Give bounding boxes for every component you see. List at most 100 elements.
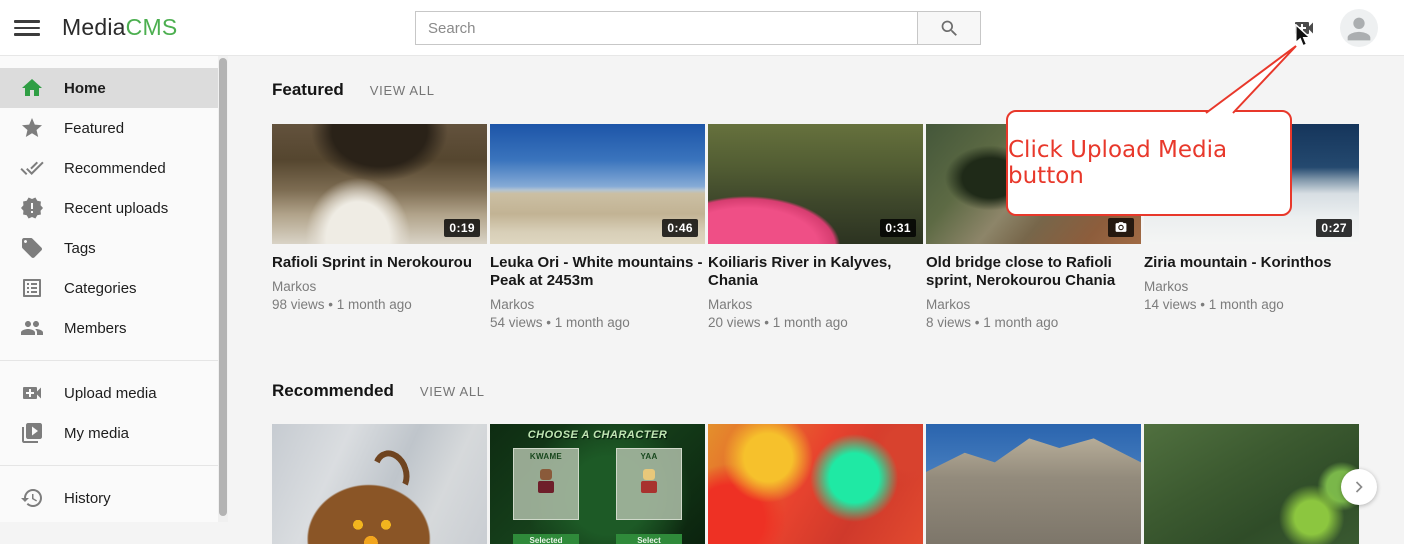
sidebar-item-recent-uploads[interactable]: Recent uploads — [0, 188, 228, 228]
top-bar: MediaCMS — [0, 0, 1404, 56]
sidebar-item-label: Featured — [64, 120, 124, 137]
tag-icon — [20, 236, 44, 260]
search-icon — [939, 18, 960, 39]
camera-icon — [1114, 221, 1128, 234]
sidebar-item-label: Upload media — [64, 385, 157, 402]
search-input[interactable] — [415, 11, 918, 45]
media-title[interactable]: Koiliaris River in Kalyves, Chania — [708, 254, 923, 290]
media-author[interactable]: Markos — [708, 296, 923, 313]
logo-text-media: Media — [62, 14, 126, 40]
media-author[interactable]: Markos — [1144, 278, 1359, 295]
section-title-featured: Featured — [272, 80, 344, 100]
upload-media-icon — [1291, 16, 1317, 40]
media-author[interactable]: Markos — [926, 296, 1141, 313]
home-icon — [20, 76, 44, 100]
selected-button-label: Selected — [513, 534, 579, 544]
sidebar-item-tags[interactable]: Tags — [0, 228, 228, 268]
logo[interactable]: MediaCMS — [62, 0, 177, 55]
character-name: YAA — [617, 452, 681, 461]
media-meta: 98 views • 1 month ago — [272, 295, 487, 314]
sidebar-item-label: Categories — [64, 280, 137, 297]
duration-badge: 0:31 — [880, 219, 916, 237]
sidebar-item-label: Members — [64, 320, 127, 337]
media-title[interactable]: Rafioli Sprint in Nerokourou — [272, 254, 487, 272]
search-bar — [415, 11, 981, 45]
media-thumbnail-mountains[interactable]: 0:46 — [490, 124, 705, 244]
sidebar-scrollbar-track — [218, 56, 228, 522]
recommended-section-header: Recommended VIEW ALL — [272, 381, 485, 401]
media-title[interactable]: Ziria mountain - Korinthos — [1144, 254, 1359, 272]
character-panel-right: YAA — [616, 448, 682, 520]
media-thumbnail-game[interactable]: CHOOSE A CHARACTER KWAME YAA Selected Se… — [490, 424, 705, 544]
recommended-view-all-link[interactable]: VIEW ALL — [420, 384, 485, 399]
sidebar-item-members[interactable]: Members — [0, 308, 228, 348]
sidebar-divider — [0, 360, 218, 361]
sidebar-item-upload-media[interactable]: Upload media — [0, 373, 228, 413]
featured-section-header: Featured VIEW ALL — [272, 80, 435, 100]
media-thumbnail-waterfall[interactable]: 0:19 — [272, 124, 487, 244]
upload-media-button[interactable] — [1291, 16, 1317, 40]
sidebar: Home Featured Recommended Recent uploads… — [0, 56, 228, 522]
logo-text-cms: CMS — [126, 14, 178, 40]
media-meta: 14 views • 1 month ago — [1144, 295, 1359, 314]
video-library-icon — [20, 421, 44, 445]
media-card — [1144, 424, 1359, 544]
history-icon — [20, 486, 44, 510]
media-thumbnail-leaves[interactable] — [1144, 424, 1359, 544]
media-title[interactable]: Leuka Ori - White mountains - Peak at 24… — [490, 254, 705, 290]
sidebar-item-label: Recommended — [64, 160, 166, 177]
media-card: 0:31 Koiliaris River in Kalyves, Chania … — [708, 124, 923, 332]
recommended-row: CHOOSE A CHARACTER KWAME YAA Selected Se… — [272, 424, 1359, 544]
media-thumbnail-pumpkin[interactable] — [272, 424, 487, 544]
media-card — [708, 424, 923, 544]
star-icon — [20, 116, 44, 140]
thumbnail-overlay-title: CHOOSE A CHARACTER — [490, 429, 705, 441]
media-thumbnail-abstract[interactable] — [708, 424, 923, 544]
search-button[interactable] — [918, 11, 981, 45]
new-releases-icon — [20, 196, 44, 220]
sidebar-item-label: Tags — [64, 240, 96, 257]
duration-badge: 0:19 — [444, 219, 480, 237]
media-meta: 54 views • 1 month ago — [490, 313, 705, 332]
sidebar-item-label: Home — [64, 80, 106, 97]
chevron-right-icon — [1349, 477, 1369, 497]
media-card: 0:46 Leuka Ori - White mountains - Peak … — [490, 124, 705, 332]
video-call-icon — [20, 381, 44, 405]
duration-badge: 0:27 — [1316, 219, 1352, 237]
sidebar-item-home[interactable]: Home — [0, 68, 228, 108]
sidebar-item-label: History — [64, 490, 111, 507]
character-figure — [641, 469, 657, 495]
media-meta: 20 views • 1 month ago — [708, 313, 923, 332]
media-thumbnail-river[interactable]: 0:31 — [708, 124, 923, 244]
character-figure — [538, 469, 554, 495]
media-card — [926, 424, 1141, 544]
carousel-next-button[interactable] — [1341, 469, 1377, 505]
select-button-label: Select — [616, 534, 682, 544]
duration-badge: 0:46 — [662, 219, 698, 237]
media-title[interactable]: Old bridge close to Rafioli sprint, Nero… — [926, 254, 1141, 290]
callout-text: Click Upload Media button — [1008, 137, 1290, 189]
media-thumbnail-rocky-mountain[interactable] — [926, 424, 1141, 544]
media-meta: 8 views • 1 month ago — [926, 313, 1141, 332]
media-card: CHOOSE A CHARACTER KWAME YAA Selected Se… — [490, 424, 705, 544]
media-author[interactable]: Markos — [490, 296, 705, 313]
media-card — [272, 424, 487, 544]
sidebar-item-my-media[interactable]: My media — [0, 413, 228, 453]
double-check-icon — [20, 156, 44, 180]
sidebar-divider — [0, 465, 218, 466]
avatar[interactable] — [1340, 9, 1378, 47]
section-title-recommended: Recommended — [272, 381, 394, 401]
sidebar-item-featured[interactable]: Featured — [0, 108, 228, 148]
people-icon — [20, 316, 44, 340]
media-author[interactable]: Markos — [272, 278, 487, 295]
list-icon — [20, 276, 44, 300]
sidebar-item-recommended[interactable]: Recommended — [0, 148, 228, 188]
menu-icon[interactable] — [14, 16, 40, 40]
callout-tooltip: Click Upload Media button — [1006, 110, 1292, 216]
sidebar-item-categories[interactable]: Categories — [0, 268, 228, 308]
sidebar-scrollbar-thumb[interactable] — [219, 58, 227, 516]
media-card: 0:19 Rafioli Sprint in Nerokourou Markos… — [272, 124, 487, 332]
sidebar-item-history[interactable]: History — [0, 478, 228, 518]
sidebar-item-label: Recent uploads — [64, 200, 168, 217]
featured-view-all-link[interactable]: VIEW ALL — [370, 83, 435, 98]
